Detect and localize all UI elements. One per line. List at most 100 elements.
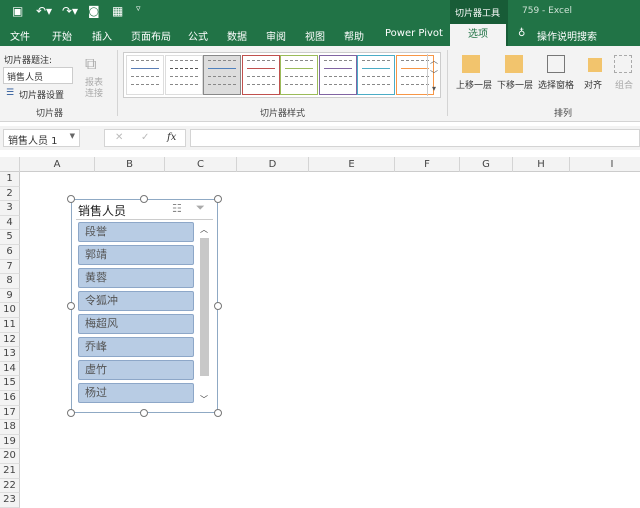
tab-page-layout[interactable]: 页面布局 <box>131 28 171 43</box>
column-header-A[interactable]: A <box>20 157 95 172</box>
redo-icon[interactable]: ↷▾ <box>62 4 78 18</box>
selection-pane-button[interactable]: 选择窗格 <box>538 78 574 91</box>
slicer-item[interactable]: 段誉 <box>78 222 194 242</box>
row-header-13[interactable]: 13 <box>0 347 20 362</box>
row-header-23[interactable]: 23 <box>0 493 20 508</box>
name-box[interactable]: 销售人员 1 ▼ <box>3 129 80 147</box>
row-header-1[interactable]: 1 <box>0 172 20 187</box>
report-connections-button[interactable]: 报表连接 <box>85 78 105 100</box>
undo-icon[interactable]: ↶▾ <box>36 4 52 18</box>
row-header-11[interactable]: 11 <box>0 318 20 333</box>
tab-power-pivot[interactable]: Power Pivot <box>385 28 443 39</box>
slicer-style-3[interactable] <box>203 55 241 95</box>
row-header-14[interactable]: 14 <box>0 361 20 377</box>
tab-formulas[interactable]: 公式 <box>188 28 208 43</box>
row-header-9[interactable]: 9 <box>0 288 20 304</box>
row-header-8[interactable]: 8 <box>0 274 20 289</box>
resize-handle[interactable] <box>67 409 75 417</box>
scroll-thumb[interactable] <box>200 238 209 376</box>
slicer-item[interactable]: 乔峰 <box>78 337 194 357</box>
column-header-F[interactable]: F <box>395 157 460 172</box>
tab-home[interactable]: 开始 <box>52 28 72 43</box>
slicer-item[interactable]: 郭靖 <box>78 245 194 265</box>
column-header-B[interactable]: B <box>95 157 165 172</box>
scroll-up-icon[interactable]: ︿ <box>200 224 208 235</box>
slicer-item[interactable]: 虚竹 <box>78 360 194 380</box>
column-header-C[interactable]: C <box>165 157 237 172</box>
row-header-5[interactable]: 5 <box>0 230 20 245</box>
row-header-19[interactable]: 19 <box>0 434 20 450</box>
row-header-18[interactable]: 18 <box>0 420 20 435</box>
multi-select-icon[interactable]: ☷ <box>172 202 182 215</box>
slicer-style-4[interactable] <box>241 55 280 95</box>
caption-input[interactable]: 销售人员 <box>3 67 73 84</box>
tab-data[interactable]: 数据 <box>227 28 247 43</box>
clear-filter-icon[interactable]: ⏷ <box>196 201 205 215</box>
customize-qat-icon[interactable]: ▿ <box>136 4 141 14</box>
tell-me-search[interactable]: 操作说明搜索 <box>537 28 597 43</box>
insert-function-icon[interactable]: fx <box>167 132 176 143</box>
row-header-7[interactable]: 7 <box>0 259 20 275</box>
resize-handle[interactable] <box>214 195 222 203</box>
row-header-21[interactable]: 21 <box>0 464 20 479</box>
tab-options[interactable]: 选项 <box>450 24 506 47</box>
formula-input[interactable] <box>190 129 640 147</box>
row-header-17[interactable]: 17 <box>0 405 20 421</box>
gallery-more-icon[interactable]: ▾ <box>428 82 440 96</box>
tab-file[interactable]: 文件 <box>10 28 30 43</box>
slicer-style-2[interactable] <box>164 55 203 95</box>
slicer-item[interactable]: 黄蓉 <box>78 268 194 288</box>
row-header-2[interactable]: 2 <box>0 186 20 202</box>
slicer-item[interactable]: 令狐冲 <box>78 291 194 311</box>
group-button[interactable]: 组合 <box>615 78 633 91</box>
row-header-4[interactable]: 4 <box>0 215 20 231</box>
gallery-down-icon[interactable]: ﹀ <box>428 68 440 82</box>
column-header-D[interactable]: D <box>237 157 309 172</box>
caption-label: 切片器题注: <box>4 56 53 66</box>
column-header-G[interactable]: G <box>460 157 513 172</box>
column-header-I[interactable]: I <box>570 157 640 172</box>
row-header-22[interactable]: 22 <box>0 478 20 494</box>
column-header-E[interactable]: E <box>309 157 395 172</box>
row-header-15[interactable]: 15 <box>0 376 20 391</box>
resize-handle[interactable] <box>67 302 75 310</box>
enter-icon[interactable]: ✓ <box>141 132 149 143</box>
resize-handle[interactable] <box>214 409 222 417</box>
row-header-12[interactable]: 12 <box>0 332 20 348</box>
tab-help[interactable]: 帮助 <box>344 28 364 43</box>
slicer[interactable]: 销售人员 ☷ ⏷ 段誉 郭靖 黄蓉 令狐冲 梅超风 乔峰 虚竹 杨过 ︿ ﹀ <box>71 199 218 413</box>
save-icon[interactable]: ▣ <box>12 4 23 18</box>
slicer-style-1[interactable] <box>126 55 164 95</box>
tab-insert[interactable]: 插入 <box>92 28 112 43</box>
row-header-3[interactable]: 3 <box>0 201 20 216</box>
slicer-item[interactable]: 梅超风 <box>78 314 194 334</box>
resize-handle[interactable] <box>67 195 75 203</box>
slicer-scrollbar[interactable]: ︿ ﹀ <box>198 224 211 408</box>
tab-view[interactable]: 视图 <box>305 28 325 43</box>
slicer-style-7[interactable] <box>357 55 395 95</box>
resize-handle[interactable] <box>140 195 148 203</box>
slicer-item[interactable]: 杨过 <box>78 383 194 403</box>
scroll-down-icon[interactable]: ﹀ <box>200 394 208 405</box>
align-button[interactable]: 对齐 <box>584 78 602 91</box>
chevron-down-icon[interactable]: ▼ <box>70 132 75 140</box>
send-backward-button[interactable]: 下移一层 <box>497 78 533 91</box>
slicer-style-6[interactable] <box>318 55 357 95</box>
camera-icon[interactable]: ◙ <box>88 4 100 18</box>
row-header-16[interactable]: 16 <box>0 391 20 406</box>
row-header-20[interactable]: 20 <box>0 449 20 464</box>
gallery-scroll[interactable]: ︿ ﹀ ▾ <box>427 54 440 96</box>
select-all-corner[interactable] <box>0 157 20 172</box>
row-header-10[interactable]: 10 <box>0 303 20 318</box>
gallery-up-icon[interactable]: ︿ <box>428 54 440 68</box>
bring-forward-button[interactable]: 上移一层 <box>456 78 492 91</box>
resize-handle[interactable] <box>214 302 222 310</box>
cancel-icon[interactable]: ✕ <box>115 132 123 143</box>
slicer-style-5[interactable] <box>280 55 318 95</box>
resize-handle[interactable] <box>140 409 148 417</box>
row-header-6[interactable]: 6 <box>0 245 20 260</box>
column-header-H[interactable]: H <box>513 157 570 172</box>
tab-review[interactable]: 审阅 <box>266 28 286 43</box>
grid-icon[interactable]: ▦ <box>112 4 123 18</box>
slicer-settings-button[interactable]: 切片器设置 <box>19 88 64 101</box>
